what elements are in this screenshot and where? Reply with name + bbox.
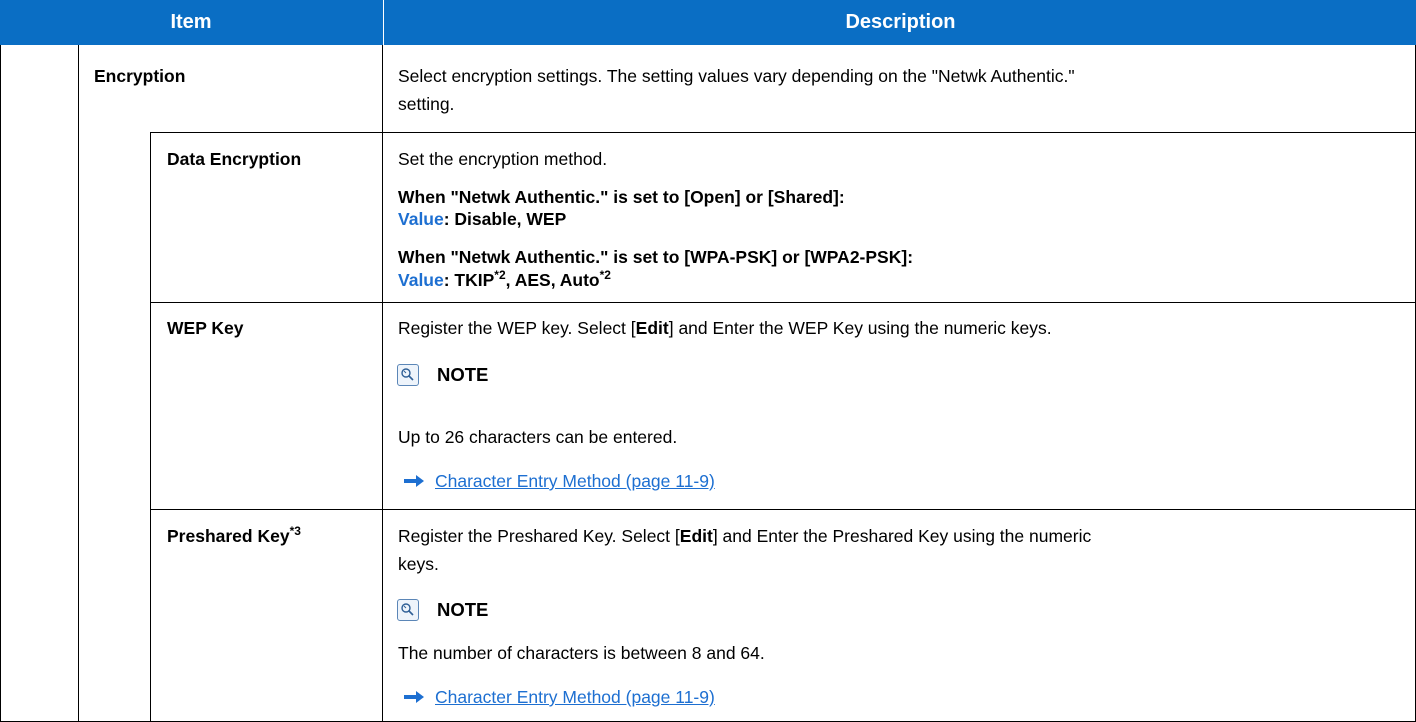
data-encryption-desc: Set the encryption method.	[398, 149, 608, 169]
data-encryption-condition-2: When "Netwk Authentic." is set to [WPA-P…	[398, 247, 914, 267]
wep-key-desc-pre: Register the WEP key. Select [	[398, 318, 636, 338]
preshared-note-text: The number of characters is between 8 an…	[398, 643, 765, 663]
wep-key-desc-post: ] and Enter the WEP Key using the numeri…	[668, 318, 1052, 338]
preshared-note-title: NOTE	[437, 599, 489, 620]
wep-note-text: Up to 26 characters can be entered.	[398, 427, 678, 447]
arrow-right-icon	[404, 691, 424, 703]
data-encryption-condition-1: When "Netwk Authentic." is set to [Open]…	[398, 187, 845, 207]
header-description: Description	[383, 0, 1416, 45]
row-divider-2	[150, 302, 1416, 303]
value-2-text-b: , AES, Auto	[505, 270, 600, 290]
wep-key-label: WEP Key	[167, 318, 244, 338]
value-1-text: : Disable, WEP	[443, 209, 567, 229]
value-word: Value	[398, 209, 444, 229]
encryption-desc-line2: setting.	[398, 94, 455, 114]
data-encryption-value-2: Value: TKIP*2, AES, Auto*2	[398, 269, 611, 291]
lightbulb-note-icon	[397, 364, 419, 386]
footnote-mark: *2	[599, 268, 611, 282]
preshared-key-desc-pre: Register the Preshared Key. Select [	[398, 526, 680, 546]
encryption-desc-line1: Select encryption settings. The setting …	[398, 66, 1075, 86]
settings-table: Item Description Encryption Select encry…	[0, 0, 1416, 722]
table-header: Item Description	[0, 0, 1416, 45]
row-divider-3	[150, 509, 1416, 510]
footnote-mark: *2	[494, 268, 506, 282]
preshared-key-desc-line2: keys.	[398, 554, 439, 574]
arrow-right-icon	[404, 475, 424, 487]
header-item: Item	[170, 11, 212, 33]
footnote-mark: *3	[289, 524, 301, 538]
table-border-left	[0, 45, 1, 722]
edit-key-label: Edit	[679, 526, 713, 546]
preshared-key-desc-post: ] and Enter the Preshared Key using the …	[712, 526, 1092, 546]
value-2-text-a: : TKIP	[443, 270, 495, 290]
preshared-key-desc: Register the Preshared Key. Select [Edit…	[398, 525, 1091, 547]
data-encryption-value-1: Value: Disable, WEP	[398, 208, 566, 230]
preshared-key-label: Preshared Key*3	[167, 525, 301, 547]
preshared-key-label-text: Preshared Key	[167, 526, 290, 546]
edit-key-label: Edit	[635, 318, 669, 338]
preshared-character-entry-link[interactable]: Character Entry Method (page 11-9)	[435, 686, 715, 708]
wep-character-entry-link[interactable]: Character Entry Method (page 11-9)	[435, 470, 715, 492]
data-encryption-label: Data Encryption	[167, 149, 302, 169]
row-divider-1	[150, 132, 1416, 133]
encryption-label: Encryption	[94, 66, 186, 86]
wep-note-title: NOTE	[437, 364, 489, 385]
value-word: Value	[398, 270, 444, 290]
indent-column-1	[78, 45, 79, 722]
lightbulb-note-icon	[397, 599, 419, 621]
wep-key-desc: Register the WEP key. Select [Edit] and …	[398, 317, 1052, 339]
description-column	[382, 45, 383, 722]
indent-column-2	[150, 132, 151, 722]
